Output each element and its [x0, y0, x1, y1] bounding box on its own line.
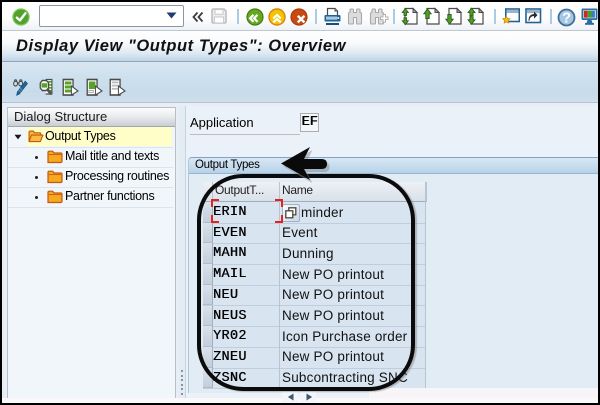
- svg-text:?: ?: [562, 11, 571, 27]
